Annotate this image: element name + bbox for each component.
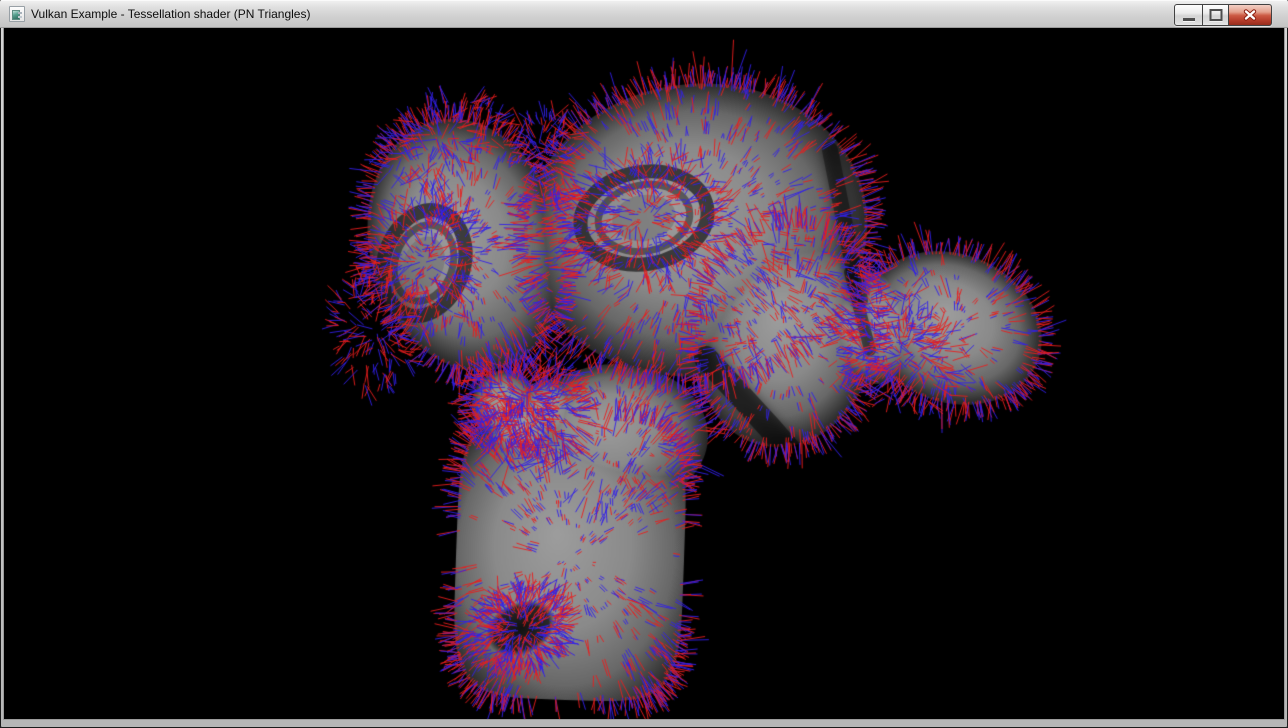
maximize-icon	[1209, 9, 1222, 21]
title-bar[interactable]: Vulkan Example - Tessellation shader (PN…	[0, 0, 1288, 28]
application-icon-line	[18, 16, 22, 18]
window-controls	[1174, 4, 1272, 26]
app-window: Vulkan Example - Tessellation shader (PN…	[0, 0, 1288, 728]
maximize-button[interactable]	[1203, 5, 1228, 25]
minimize-icon	[1183, 18, 1195, 21]
window-title: Vulkan Example - Tessellation shader (PN…	[31, 0, 310, 28]
render-viewport[interactable]	[4, 28, 1284, 719]
close-button[interactable]	[1229, 5, 1271, 25]
minimize-button[interactable]	[1175, 5, 1202, 25]
application-icon-line	[18, 12, 22, 14]
application-icon	[9, 6, 25, 22]
close-icon	[1243, 9, 1257, 21]
tessellation-model-canvas	[4, 28, 1284, 719]
